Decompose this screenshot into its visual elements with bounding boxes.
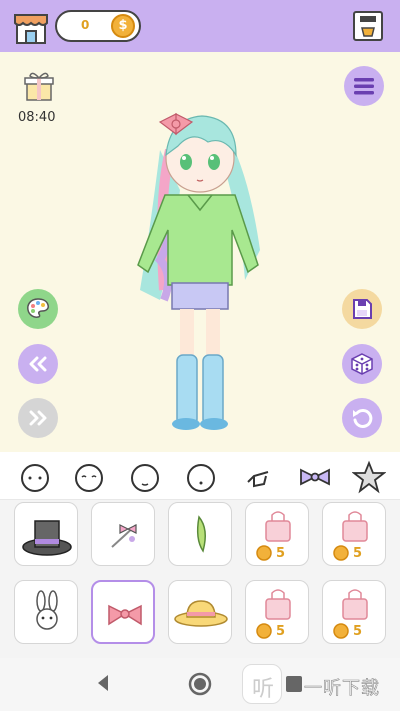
double-chevron-left-icon: [29, 356, 47, 372]
item-pink-bow[interactable]: [91, 580, 155, 644]
face-shape-1-icon[interactable]: [18, 460, 52, 494]
item-top-hat[interactable]: [14, 502, 78, 566]
menu-button[interactable]: [344, 66, 384, 106]
item-leaf-clip[interactable]: [168, 502, 232, 566]
item-price: 5: [353, 624, 363, 639]
item-locked-4[interactable]: 5: [322, 580, 386, 644]
hairpin-icon: [111, 524, 137, 548]
face-shape-4-icon[interactable]: [184, 460, 218, 494]
gift-timer: 08:40: [18, 110, 56, 125]
face-shape-3-icon[interactable]: [128, 460, 162, 494]
item-hairpin[interactable]: [91, 502, 155, 566]
dressup-stage: 08:40: [0, 52, 400, 452]
watermark-logo-char: 听: [252, 677, 275, 702]
shop-icon[interactable]: [12, 9, 50, 45]
system-nav-bar: 听 一听下载: [0, 658, 400, 711]
gift-icon[interactable]: [24, 70, 54, 102]
item-locked-2[interactable]: 5: [322, 502, 386, 566]
item-price: 5: [276, 624, 286, 639]
item-locked-3[interactable]: 5: [245, 580, 309, 644]
double-chevron-right-icon: [29, 410, 47, 426]
straw-hat-icon: [174, 600, 228, 627]
nav-home-icon[interactable]: [188, 672, 212, 696]
palette-button[interactable]: [18, 289, 58, 329]
nav-recent-icon[interactable]: [286, 676, 302, 692]
palette-icon: [27, 298, 49, 318]
category-tabs: [0, 452, 400, 500]
reset-button[interactable]: [342, 398, 382, 438]
item-grid: 5 5 5 5: [0, 500, 400, 658]
nav-back-icon[interactable]: [96, 674, 110, 692]
item-price: 5: [353, 546, 363, 561]
star-category-icon[interactable]: [351, 460, 387, 494]
accessory-category-icon[interactable]: [242, 460, 276, 494]
coin-count: 0: [81, 18, 90, 32]
next-button[interactable]: [18, 398, 58, 438]
item-bunny-clip[interactable]: [14, 580, 78, 644]
item-straw-hat[interactable]: [168, 580, 232, 644]
previous-button[interactable]: [18, 344, 58, 384]
coin-balance[interactable]: 0 $: [55, 10, 141, 42]
item-locked-1[interactable]: 5: [245, 502, 309, 566]
menu-icon: [354, 78, 374, 95]
bunny-icon: [36, 590, 58, 630]
face-shape-2-icon[interactable]: [72, 460, 106, 494]
watermark-logo: 听: [242, 664, 282, 704]
leaf-clip-icon: [196, 515, 206, 553]
dice-icon: [351, 353, 373, 375]
undo-icon: [353, 408, 373, 428]
bow-category-icon[interactable]: [298, 460, 332, 494]
item-price: 5: [276, 546, 286, 561]
top-bar: 0 $: [0, 0, 400, 52]
character-avatar: [137, 113, 260, 430]
coffee-machine-icon[interactable]: [350, 8, 386, 44]
watermark-text: 一听下载: [304, 678, 380, 700]
top-hat-icon: [22, 520, 72, 556]
pink-bow-icon: [108, 604, 142, 626]
save-icon: [353, 299, 372, 319]
coin-icon: $: [111, 14, 135, 38]
save-button[interactable]: [342, 289, 382, 329]
random-button[interactable]: [342, 344, 382, 384]
